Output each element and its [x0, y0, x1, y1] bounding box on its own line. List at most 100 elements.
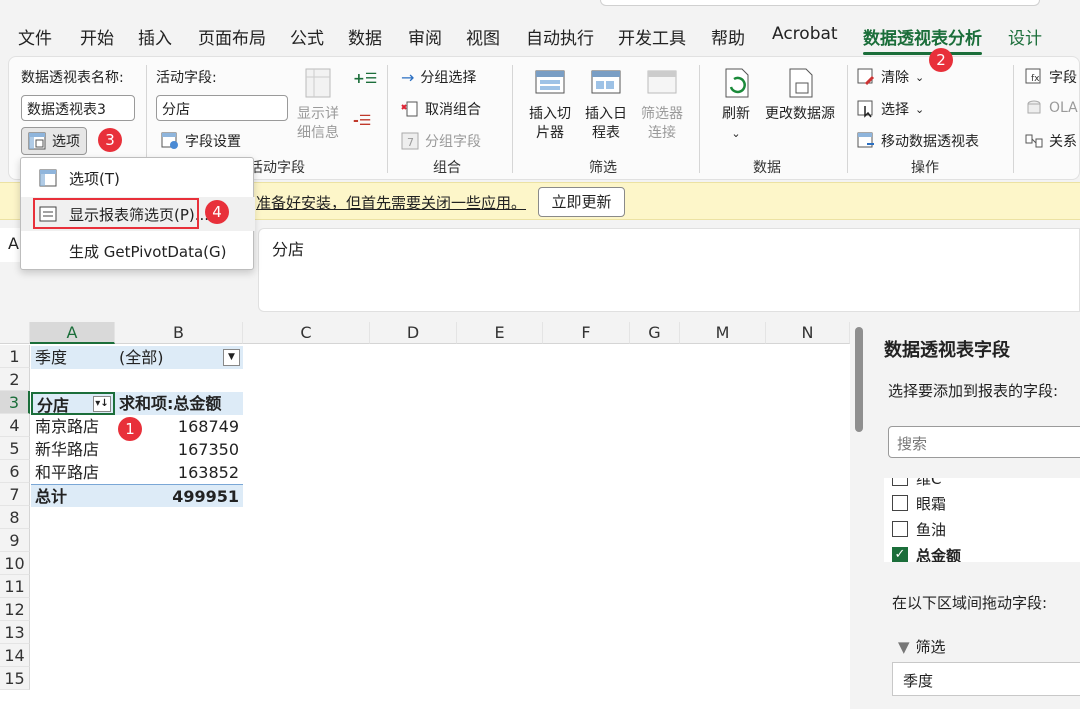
row-header[interactable]: 1 [0, 345, 30, 368]
relationships-button[interactable]: 关系 [1025, 131, 1077, 151]
tab-file[interactable]: 文件 [18, 24, 52, 49]
tab-review[interactable]: 审阅 [408, 24, 442, 49]
checkbox-checked-icon[interactable]: ✓ [892, 547, 908, 562]
tab-design[interactable]: 设计 [1008, 24, 1042, 49]
store-cell[interactable]: 和平路店 [31, 461, 115, 484]
checkbox[interactable] [892, 478, 908, 486]
row-header[interactable]: 6 [0, 460, 30, 483]
column-header[interactable]: G [630, 322, 680, 344]
amount-cell[interactable]: 167350 [115, 438, 243, 461]
vertical-scrollbar[interactable] [852, 322, 866, 709]
total-value-cell[interactable]: 499951 [115, 484, 243, 507]
show-details-button[interactable]: 显示详细信息 [293, 65, 343, 143]
title-bar [0, 0, 1080, 16]
ungroup-button[interactable]: 取消组合 [401, 99, 481, 119]
tab-view[interactable]: 视图 [466, 24, 500, 49]
row-header[interactable]: 11 [0, 575, 30, 598]
tab-page-layout[interactable]: 页面布局 [198, 24, 266, 49]
tab-automate[interactable]: 自动执行 [526, 24, 594, 49]
step-badge-2: 2 [929, 48, 953, 72]
collapse-field-icon[interactable]: -☰ [353, 113, 371, 129]
column-header[interactable]: M [680, 322, 766, 344]
tab-insert[interactable]: 插入 [138, 24, 172, 49]
insert-slicer-button[interactable]: 插入切片器 [523, 65, 577, 143]
column-header[interactable]: B [115, 322, 243, 344]
active-field-input[interactable]: 分店 [156, 95, 288, 121]
actions-group-label: 操作 [911, 160, 939, 176]
row-header[interactable]: 12 [0, 598, 30, 621]
total-label-cell[interactable]: 总计 [31, 484, 115, 507]
row-header[interactable]: 4 [0, 414, 30, 437]
pivot-name-input[interactable]: 数据透视表3 [21, 95, 135, 121]
options-button[interactable]: 选项 [21, 127, 87, 155]
filter-value-cell[interactable]: (全部) ▼ [115, 346, 243, 369]
filter-field-cell[interactable]: 季度 [31, 346, 115, 369]
refresh-button[interactable]: 刷新 ⌄ [711, 65, 761, 143]
row-header[interactable]: 13 [0, 621, 30, 644]
scrollbar-thumb[interactable] [855, 327, 863, 432]
tab-data[interactable]: 数据 [348, 24, 382, 49]
clear-button[interactable]: 清除 ⌄ [857, 67, 924, 87]
move-pivot-button[interactable]: 移动数据透视表 [857, 131, 979, 151]
store-cell[interactable]: 南京路店 [31, 415, 115, 438]
tab-acrobat[interactable]: Acrobat [772, 24, 838, 44]
tab-help[interactable]: 帮助 [711, 24, 745, 49]
fields-items-button[interactable]: fx 字段 [1025, 67, 1077, 87]
header-store-cell[interactable]: 分店 ▾↓ [31, 392, 115, 415]
field-item[interactable]: 眼霜 [892, 491, 946, 515]
header-amount-cell[interactable]: 求和项:总金额 [115, 392, 243, 415]
tab-home[interactable]: 开始 [80, 24, 114, 49]
store-cell[interactable]: 新华路店 [31, 438, 115, 461]
group-field-button[interactable]: 7 分组字段 [401, 131, 481, 151]
sort-filter-icon[interactable]: ▾↓ [93, 396, 111, 412]
row-header[interactable]: 7 [0, 483, 30, 506]
dropdown-item-getpivotdata[interactable]: 生成 GetPivotData(G) [21, 234, 255, 268]
tab-pivot-analyze[interactable]: 数据透视表分析 [863, 24, 982, 55]
filter-area-box[interactable]: 季度 [892, 662, 1080, 696]
insert-timeline-button[interactable]: 插入日程表 [579, 65, 633, 143]
select-all-corner[interactable] [0, 322, 30, 344]
row-header[interactable]: 5 [0, 437, 30, 460]
column-header[interactable]: F [543, 322, 630, 344]
field-settings-button[interactable]: 字段设置 [161, 131, 241, 151]
row-header[interactable]: 15 [0, 667, 30, 690]
field-item[interactable]: 维C [892, 478, 941, 490]
filter-group-label: 筛选 [589, 160, 617, 176]
column-header[interactable]: C [243, 322, 370, 344]
column-header[interactable]: A [30, 322, 115, 344]
row-header[interactable]: 8 [0, 506, 30, 529]
checkbox[interactable] [892, 495, 908, 511]
change-source-label: 更改数据源 [765, 106, 835, 122]
filter-dropdown-icon[interactable]: ▼ [223, 349, 240, 366]
dropdown-item-options[interactable]: 选项(T) [21, 161, 255, 195]
update-message[interactable]: 准备好安装，但首先需要关闭一些应用。 [256, 192, 526, 213]
active-field-label: 活动字段: [156, 70, 217, 86]
filter-connections-button[interactable]: 筛选器连接 [635, 65, 689, 143]
field-item[interactable]: 鱼油 [892, 517, 946, 541]
column-header[interactable]: N [766, 322, 850, 344]
row-header[interactable]: 14 [0, 644, 30, 667]
update-now-button[interactable]: 立即更新 [538, 187, 625, 217]
row-header[interactable]: 10 [0, 552, 30, 575]
select-button[interactable]: 选择 ⌄ [857, 99, 924, 119]
row-header[interactable]: 2 [0, 368, 30, 391]
column-header[interactable]: D [370, 322, 457, 344]
change-source-button[interactable]: 更改数据源 [765, 65, 835, 124]
column-header[interactable]: E [457, 322, 543, 344]
checkbox[interactable] [892, 521, 908, 537]
group-selection-button[interactable]: → 分组选择 [401, 67, 476, 87]
olap-button[interactable]: OLA [1025, 99, 1078, 117]
pivot-options-icon [39, 169, 57, 187]
row-header[interactable]: 9 [0, 529, 30, 552]
expand-field-icon[interactable]: +☰ [353, 71, 377, 87]
field-search-input[interactable]: 搜索 [888, 426, 1080, 458]
field-item[interactable]: ✓ 总金额 [892, 543, 961, 562]
title-search-box[interactable] [600, 0, 1040, 6]
row-header[interactable]: 3 [0, 391, 30, 414]
tab-developer[interactable]: 开发工具 [618, 24, 686, 49]
formula-bar[interactable]: 分店 [258, 228, 1080, 312]
field-list[interactable]: 维C 眼霜 鱼油 ✓ 总金额 [884, 478, 1080, 562]
tab-formulas[interactable]: 公式 [290, 24, 324, 49]
spreadsheet-grid[interactable]: A B C D E F G M N 1 2 3 4 5 6 7 8 9 10 1… [0, 322, 850, 709]
amount-cell[interactable]: 163852 [115, 461, 243, 484]
